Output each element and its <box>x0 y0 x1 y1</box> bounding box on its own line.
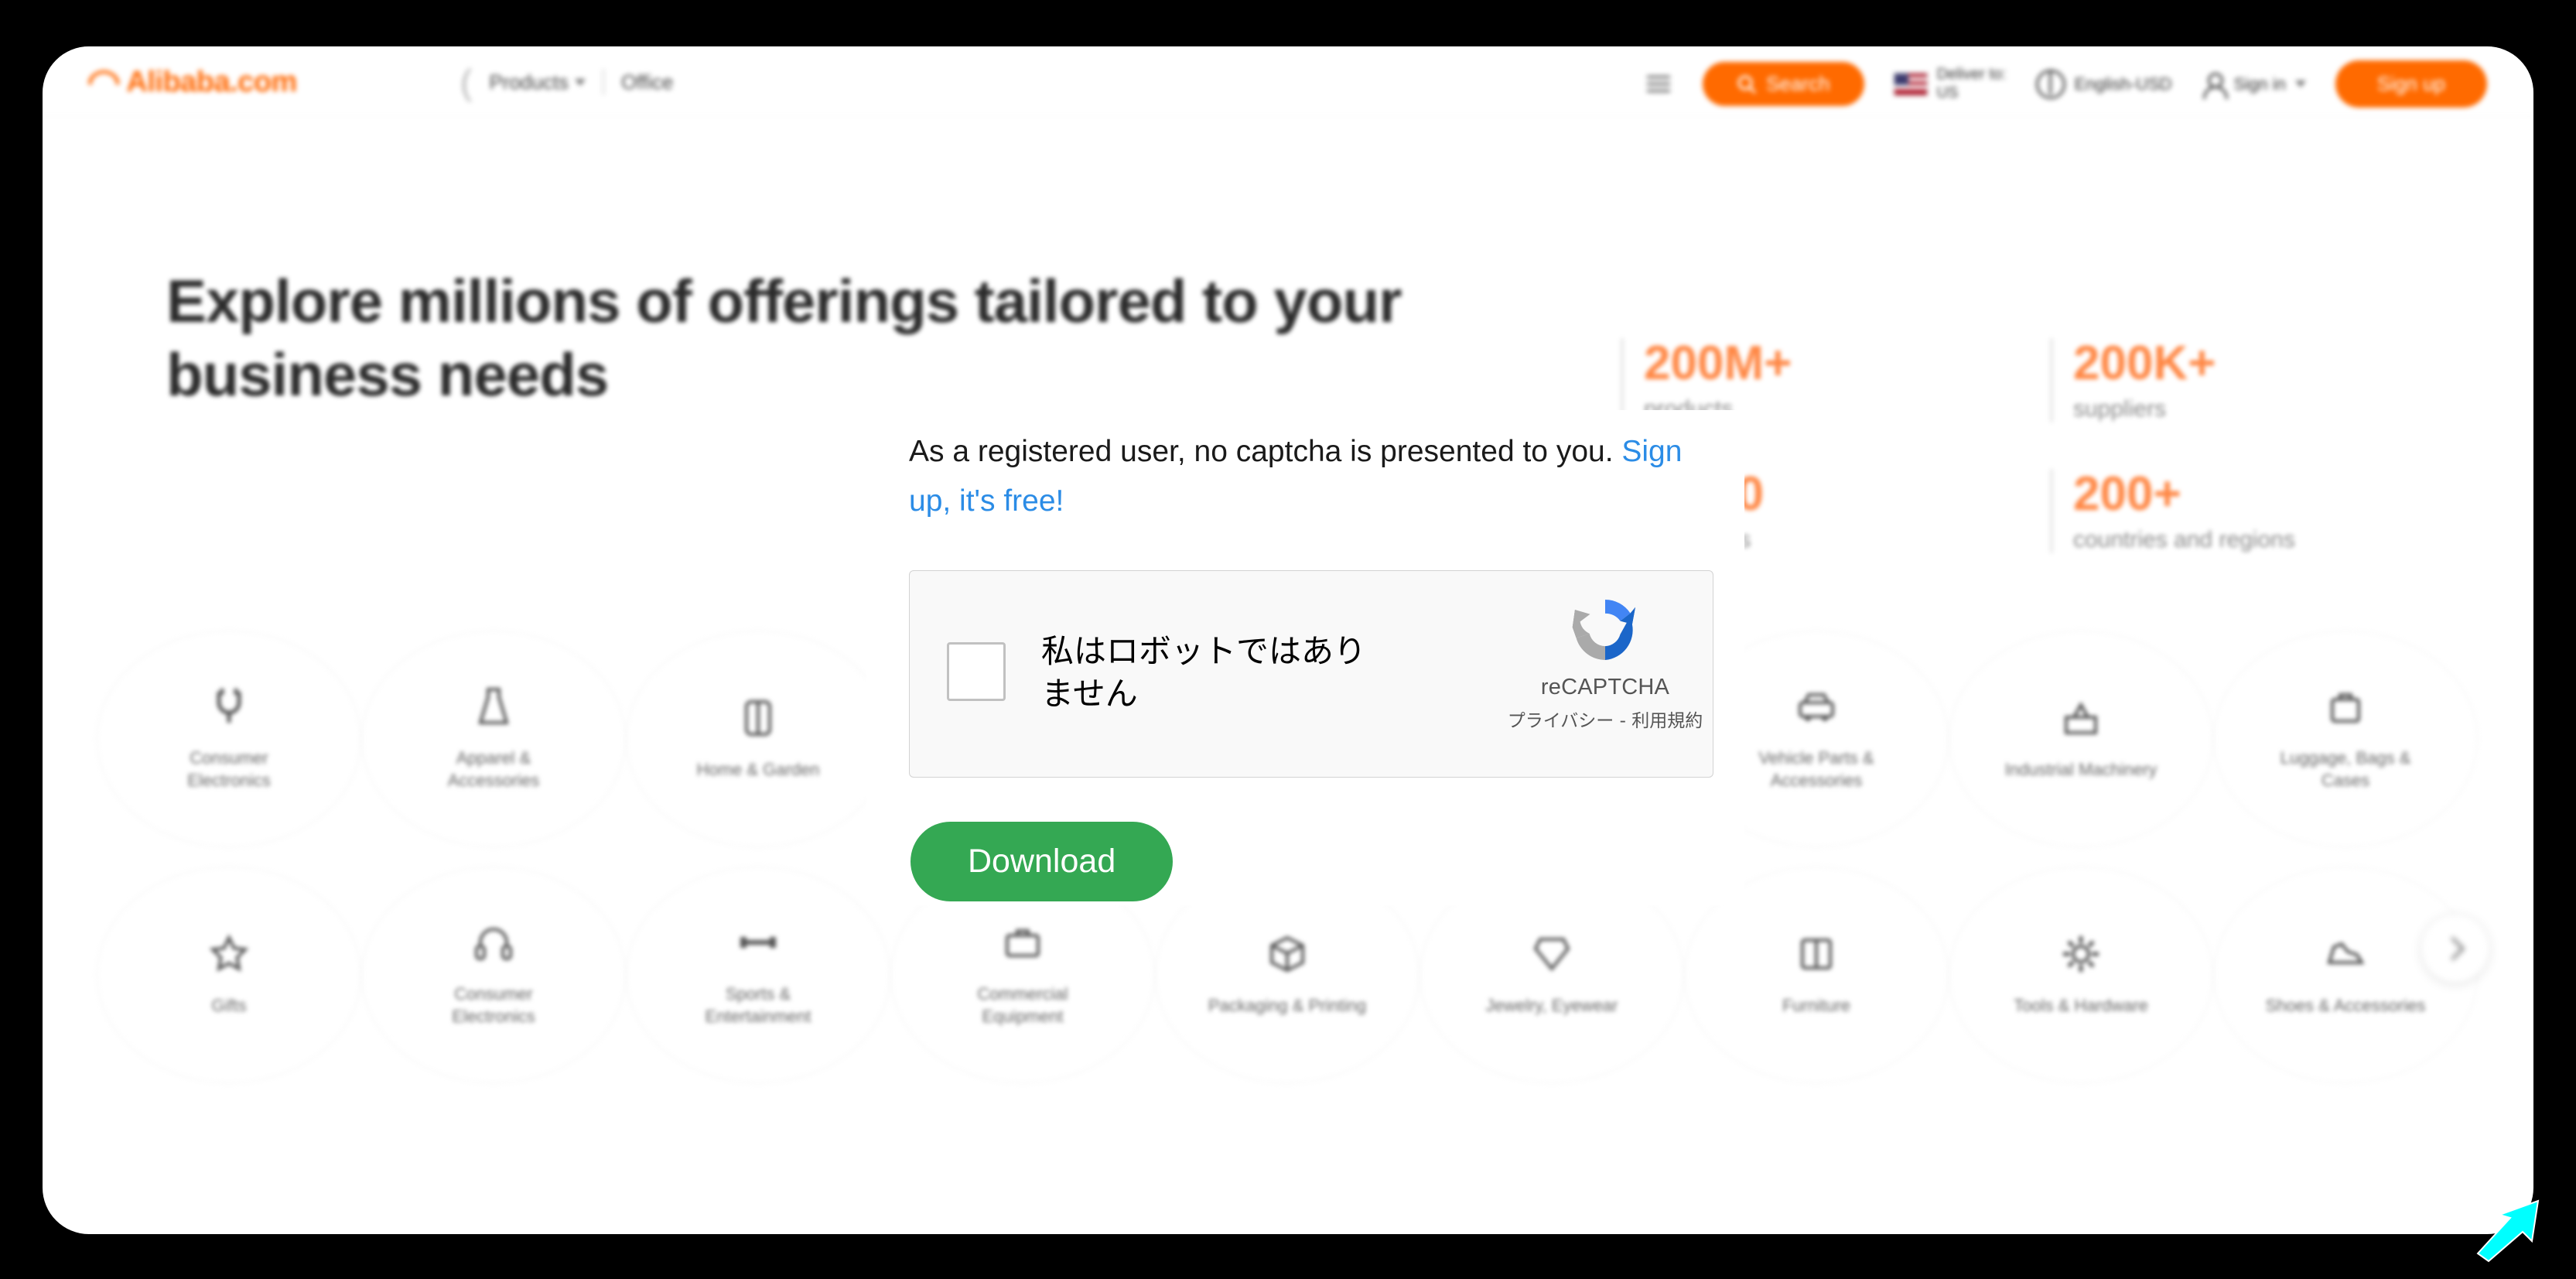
category-label: Home & Garden <box>696 759 820 779</box>
chevron-right-icon <box>2441 936 2465 961</box>
hero-headline: Explore millions of offerings tailored t… <box>166 267 1402 409</box>
shoe-icon <box>2325 933 2366 975</box>
header-actions: Search Deliver to: US English-USD Sign i… <box>1644 60 2487 108</box>
locale-label: English-USD <box>2074 74 2172 94</box>
screen: ◠ Alibaba.com ( Products Office Search D… <box>0 0 2576 1279</box>
chevron-down-icon <box>2294 80 2306 87</box>
category-item[interactable]: Apparel & Accessories <box>361 631 626 847</box>
sofa-icon <box>737 697 779 739</box>
alibaba-logo[interactable]: ◠ Alibaba.com <box>87 63 297 101</box>
locale-selector[interactable]: English-USD <box>2035 69 2172 99</box>
search-icon <box>1737 75 1757 94</box>
signup-button[interactable]: Sign up <box>2335 60 2487 108</box>
captcha-overlay-panel: As a registered user, no captcha is pres… <box>866 410 1744 905</box>
stat-number: 200K+ <box>2073 337 2216 390</box>
category-label: Consumer Electronics <box>187 748 271 790</box>
alibaba-logo-text: Alibaba.com <box>126 65 297 98</box>
dumbbell-icon <box>737 922 779 963</box>
star-icon <box>208 933 250 975</box>
category-item[interactable]: Luggage, Bags & Cases <box>2213 631 2478 847</box>
stat-countries: 200+ countries and regions <box>2050 467 2441 554</box>
category-label: Vehicle Parts & Accessories <box>1758 748 1874 790</box>
person-icon <box>2202 72 2228 99</box>
category-label: Sports & Entertainment <box>705 984 811 1026</box>
recaptcha-branding: reCAPTCHA プライバシー - 利用規約 <box>1508 590 1703 732</box>
category-item[interactable]: Gifts <box>97 867 361 1083</box>
category-item[interactable]: Home & Garden <box>626 631 890 847</box>
us-flag-icon <box>1893 72 1928 96</box>
download-button[interactable]: Download <box>910 822 1174 901</box>
alibaba-logo-mark: ◠ <box>87 63 121 101</box>
category-label: Apparel & Accessories <box>447 748 540 790</box>
stat-label: suppliers <box>2073 396 2167 422</box>
recaptcha-checkbox-label: 私はロボットではありません <box>1041 632 1367 713</box>
headphone-icon <box>473 922 514 963</box>
stat-number: 200M+ <box>1644 337 1792 390</box>
category-label: Consumer Electronics <box>452 984 535 1026</box>
nav-secondary[interactable]: Office <box>621 70 673 94</box>
machine-icon <box>2060 697 2102 739</box>
nav-secondary-label: Office <box>620 70 674 94</box>
package-icon <box>1266 933 1308 975</box>
deliver-to-selector[interactable]: Deliver to: US <box>1893 66 2007 102</box>
resize-corner-cursor <box>2476 1199 2540 1263</box>
diamond-icon <box>1531 933 1573 975</box>
bag-icon <box>2325 686 2366 727</box>
dress-icon <box>473 686 514 727</box>
recaptcha-terms-links[interactable]: プライバシー - 利用規約 <box>1508 706 1703 732</box>
recaptcha-logo-icon <box>1572 600 1635 660</box>
recaptcha-checkbox[interactable] <box>947 642 1006 701</box>
category-label: Gifts <box>211 995 247 1015</box>
search-button[interactable]: Search <box>1703 62 1864 106</box>
nav-divider <box>602 69 604 96</box>
deliver-to-text: Deliver to: US <box>1937 66 2007 102</box>
window-icon <box>1795 933 1837 975</box>
category-label: Luggage, Bags & Cases <box>2280 748 2411 790</box>
category-label: Shoes & Accessories <box>2265 995 2426 1015</box>
captcha-message-text: As a registered user, no captcha is pres… <box>909 435 1622 468</box>
category-item[interactable]: Consumer Electronics <box>97 631 361 847</box>
nav-products[interactable]: Products <box>489 70 586 94</box>
recaptcha-widget: 私はロボットではありません reCAPTCHA プライバシー - 利用規約 <box>909 570 1713 778</box>
category-item[interactable]: Sports & Entertainment <box>626 867 890 1083</box>
recaptcha-brand-name: reCAPTCHA <box>1540 675 1670 699</box>
stat-label: countries and regions <box>2073 527 2295 553</box>
category-item[interactable]: Consumer Electronics <box>361 867 626 1083</box>
nav-decoration: ( <box>460 62 473 102</box>
header-nav: ( Products Office <box>460 62 673 102</box>
category-item[interactable]: Tools & Hardware <box>1949 867 2213 1083</box>
chevron-down-icon <box>574 78 586 86</box>
category-label: Tools & Hardware <box>2014 995 2148 1015</box>
menu-icon[interactable] <box>1644 70 1673 99</box>
deliver-to-line2: US <box>1936 84 1959 101</box>
category-label: Packaging & Printing <box>1208 995 1367 1015</box>
stat-suppliers: 200K+ suppliers <box>2050 337 2441 423</box>
signin-label: Sign in <box>2233 74 2286 94</box>
search-button-label: Search <box>1766 72 1830 95</box>
captcha-message: As a registered user, no captcha is pres… <box>909 427 1729 527</box>
car-icon <box>1795 686 1837 727</box>
globe-icon <box>2035 69 2065 99</box>
deliver-to-line1: Deliver to: <box>1936 65 2007 83</box>
plug-icon <box>208 686 250 727</box>
category-label: Jewelry, Eyewear <box>1485 995 1618 1015</box>
category-label: Industrial Machinery <box>2004 759 2157 779</box>
category-item[interactable]: Industrial Machinery <box>1949 631 2213 847</box>
site-header: ◠ Alibaba.com ( Products Office Search D… <box>43 46 2533 118</box>
signin-menu[interactable]: Sign in <box>2202 72 2306 99</box>
browser-page: ◠ Alibaba.com ( Products Office Search D… <box>43 46 2533 1234</box>
stat-number: 200+ <box>2073 467 2181 522</box>
carousel-next-button[interactable] <box>2422 915 2489 982</box>
category-label: Commercial Equipment <box>977 984 1068 1026</box>
gear-icon <box>2060 933 2102 975</box>
briefcase-icon <box>1002 922 1044 963</box>
category-label: Furniture <box>1782 995 1851 1015</box>
nav-products-label: Products <box>489 70 569 94</box>
